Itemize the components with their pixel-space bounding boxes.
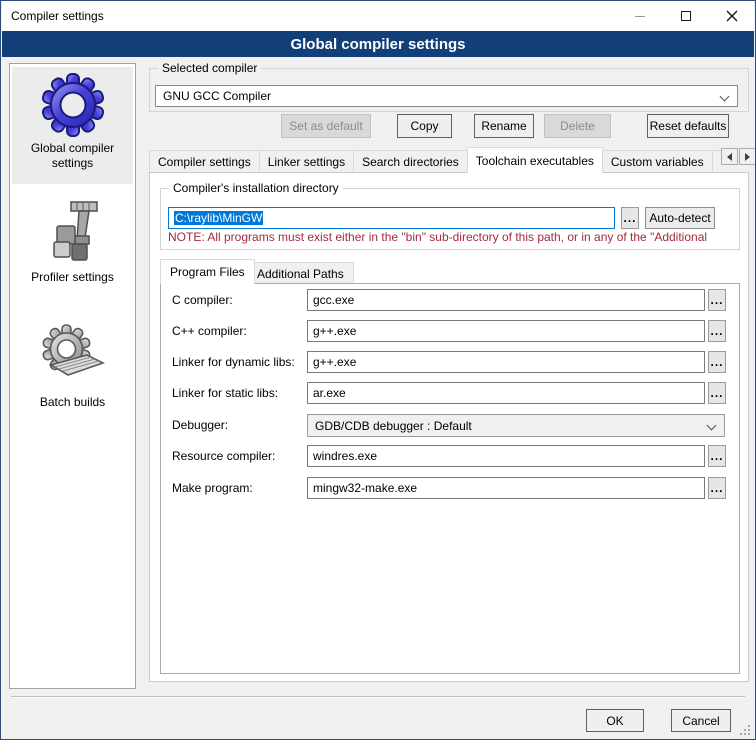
subtab-program-files[interactable]: Program Files: [160, 259, 255, 284]
batch-builds-icon: [41, 323, 105, 391]
auto-detect-button[interactable]: Auto-detect: [645, 207, 715, 229]
footer-divider: [11, 696, 745, 698]
sidebar-item-label: Profiler settings: [12, 268, 133, 291]
delete-button[interactable]: Delete: [544, 114, 611, 138]
profiler-caliper-icon: [41, 200, 105, 266]
page-title: Global compiler settings: [2, 31, 754, 57]
tab-scroll-left-button[interactable]: [721, 148, 738, 165]
installation-directory-input[interactable]: C:\raylib\MinGW: [168, 207, 615, 229]
compiler-select[interactable]: GNU GCC Compiler: [155, 85, 738, 107]
make-program-label: Make program:: [172, 477, 253, 499]
settings-tab-bar: Compiler settings Linker settings Search…: [149, 147, 721, 173]
linker-static-value: ar.exe: [313, 386, 346, 400]
cancel-button[interactable]: Cancel: [671, 709, 731, 732]
cpp-compiler-label: C++ compiler:: [172, 320, 247, 342]
resource-compiler-label: Resource compiler:: [172, 445, 275, 467]
tab-build-options-truncated[interactable]: Builc: [712, 150, 721, 172]
reset-defaults-button[interactable]: Reset defaults: [647, 114, 729, 138]
window-controls: [617, 1, 755, 31]
linker-dynamic-value: g++.exe: [313, 355, 356, 369]
rename-button[interactable]: Rename: [474, 114, 534, 138]
maximize-button[interactable]: [663, 1, 709, 31]
window-title: Compiler settings: [11, 9, 104, 23]
sidebar-item-label: Global compiler settings: [12, 139, 133, 177]
toolchain-executables-page: Compiler's installation directory C:\ray…: [149, 172, 749, 682]
compiler-select-value: GNU GCC Compiler: [163, 89, 271, 103]
installation-directory-browse-button[interactable]: ...: [621, 207, 639, 229]
settings-category-list: Global compiler settings Profiler settin…: [9, 63, 136, 689]
debugger-select-value: GDB/CDB debugger : Default: [315, 419, 472, 433]
c-compiler-input[interactable]: gcc.exe: [307, 289, 705, 311]
tab-custom-variables[interactable]: Custom variables: [602, 150, 713, 172]
sidebar-item-global-compiler-settings[interactable]: Global compiler settings: [12, 67, 133, 184]
tab-toolchain-executables[interactable]: Toolchain executables: [467, 147, 603, 173]
tab-linker-settings[interactable]: Linker settings: [259, 150, 354, 172]
compiler-settings-dialog: Compiler settings Global compiler settin…: [0, 0, 756, 740]
linker-static-label: Linker for static libs:: [172, 382, 278, 404]
resource-compiler-value: windres.exe: [313, 449, 377, 463]
make-program-value: mingw32-make.exe: [313, 481, 417, 495]
subtab-additional-paths[interactable]: Additional Paths: [247, 262, 354, 284]
c-compiler-value: gcc.exe: [313, 293, 354, 307]
resource-compiler-browse-button[interactable]: ...: [708, 445, 726, 467]
installation-directory-group-label: Compiler's installation directory: [169, 181, 343, 195]
maximize-icon: [681, 11, 691, 21]
cpp-compiler-browse-button[interactable]: ...: [708, 320, 726, 342]
resize-grip-icon[interactable]: [740, 725, 750, 735]
c-compiler-label: C compiler:: [172, 289, 233, 311]
linker-static-browse-button[interactable]: ...: [708, 382, 726, 404]
resource-compiler-input[interactable]: windres.exe: [307, 445, 705, 467]
tab-search-directories[interactable]: Search directories: [353, 150, 468, 172]
blue-gear-icon: [41, 73, 105, 137]
tab-scroll-right-button[interactable]: [739, 148, 756, 165]
sidebar-item-profiler-settings[interactable]: Profiler settings: [12, 194, 133, 294]
tab-scroll-left-icon: [727, 153, 732, 161]
debugger-select[interactable]: GDB/CDB debugger : Default: [307, 414, 725, 437]
ok-button[interactable]: OK: [586, 709, 644, 732]
tab-scroll-right-icon: [745, 153, 750, 161]
close-icon: [726, 10, 738, 22]
c-compiler-browse-button[interactable]: ...: [708, 289, 726, 311]
installation-directory-value: C:\raylib\MinGW: [174, 211, 263, 225]
chevron-down-icon: [720, 92, 730, 102]
bin-subdirectory-note: NOTE: All programs must exist either in …: [168, 230, 734, 244]
cpp-compiler-input[interactable]: g++.exe: [307, 320, 705, 342]
copy-button[interactable]: Copy: [397, 114, 452, 138]
close-button[interactable]: [709, 1, 755, 31]
set-as-default-button[interactable]: Set as default: [281, 114, 371, 138]
sidebar-item-label: Batch builds: [12, 393, 133, 416]
linker-dynamic-label: Linker for dynamic libs:: [172, 351, 295, 373]
linker-dynamic-input[interactable]: g++.exe: [307, 351, 705, 373]
chevron-down-icon: [707, 421, 717, 431]
minimize-button[interactable]: [617, 1, 663, 31]
make-program-browse-button[interactable]: ...: [708, 477, 726, 499]
selected-compiler-group-label: Selected compiler: [158, 61, 261, 75]
debugger-label: Debugger:: [172, 414, 228, 436]
cpp-compiler-value: g++.exe: [313, 324, 356, 338]
minimize-icon: [635, 16, 645, 17]
make-program-input[interactable]: mingw32-make.exe: [307, 477, 705, 499]
linker-dynamic-browse-button[interactable]: ...: [708, 351, 726, 373]
linker-static-input[interactable]: ar.exe: [307, 382, 705, 404]
sidebar-item-batch-builds[interactable]: Batch builds: [12, 317, 133, 419]
tab-compiler-settings[interactable]: Compiler settings: [149, 150, 260, 172]
